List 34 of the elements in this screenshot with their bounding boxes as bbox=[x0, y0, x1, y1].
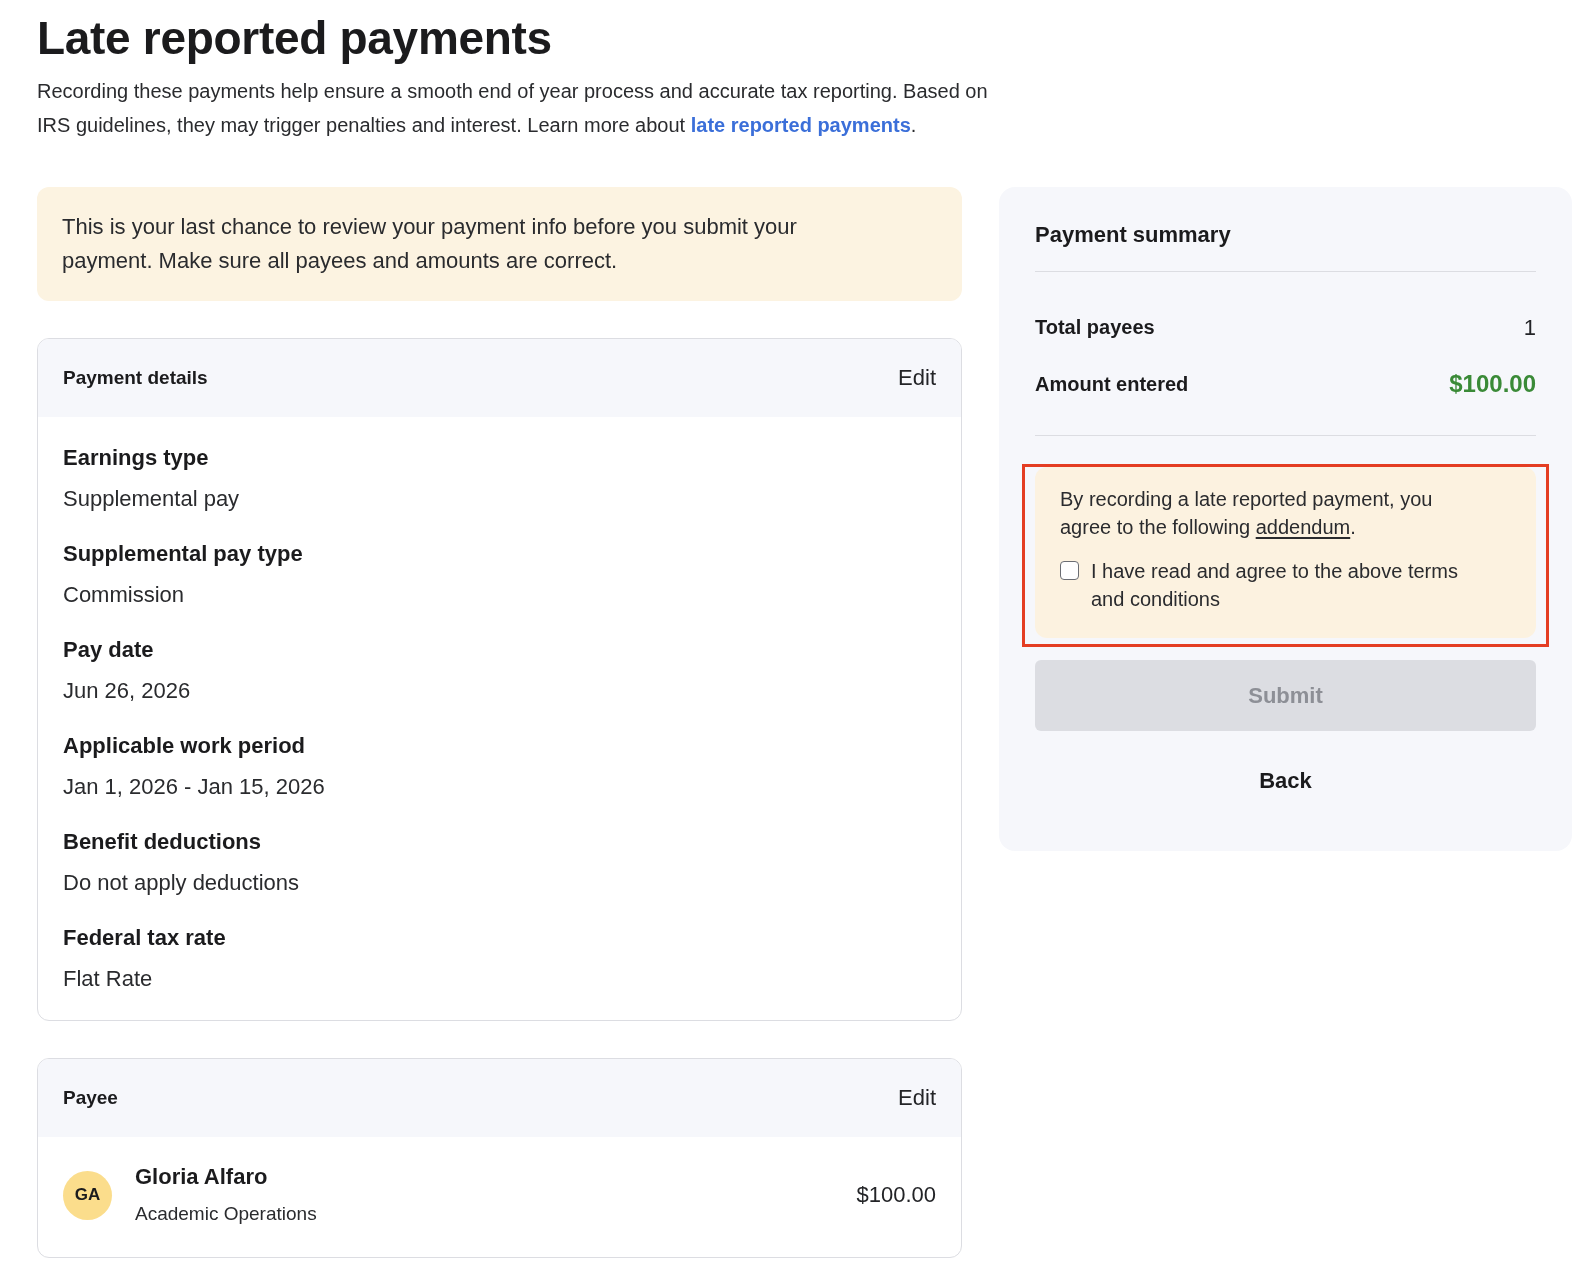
field-value: Flat Rate bbox=[63, 965, 154, 993]
intro-text: Recording these payments help ensure a smooth end of year process and accurate tax reporting. Based on IRS guidelines, they may trigger penalties and interest. Learn more about late reported payments. bbox=[37, 79, 989, 138]
field-label: Benefit deductions bbox=[63, 828, 262, 856]
summary-value: 1 bbox=[1523, 313, 1536, 342]
checkbox-label: I have read and agree to the above terms and conditions bbox=[1091, 559, 1459, 612]
edit-button[interactable]: Edit bbox=[898, 363, 936, 393]
field-value: Supplemental pay bbox=[63, 485, 241, 513]
field-label: Applicable work period bbox=[63, 732, 307, 760]
checkbox[interactable] bbox=[1060, 561, 1079, 580]
payee-name: Gloria Alfaro bbox=[135, 1163, 269, 1191]
agreement-text: By recording a late reported payment, you agree to the following addendum. bbox=[1060, 487, 1434, 540]
field-label: Earnings type bbox=[63, 444, 210, 472]
field-label: Supplemental pay type bbox=[63, 540, 304, 568]
card-title: Payment details bbox=[63, 365, 208, 390]
panel-title: Payment summary bbox=[1035, 219, 1536, 272]
summary-label: Total payees bbox=[1035, 315, 1155, 340]
page-title: Late reported payments bbox=[37, 11, 553, 66]
addendum-link[interactable]: addendum bbox=[1255, 516, 1351, 538]
payee-amount: $100.00 bbox=[856, 1181, 936, 1209]
payee-department: Academic Operations bbox=[135, 1202, 317, 1226]
notice-message: This is your last chance to review your payment info before you submit your payment. Make sure all payees and amounts are correct. bbox=[37, 187, 962, 301]
field-value: Do not apply deductions bbox=[63, 869, 301, 897]
info-link[interactable]: late reported payments bbox=[690, 114, 911, 136]
back-button[interactable]: Back bbox=[1259, 765, 1312, 797]
summary-label: Amount entered bbox=[1035, 372, 1189, 397]
avatar: GA bbox=[63, 1170, 112, 1220]
card-title: Payee bbox=[63, 1085, 118, 1110]
field-label: Federal tax rate bbox=[63, 924, 227, 952]
field-value: Commission bbox=[63, 581, 186, 609]
field-label: Pay date bbox=[63, 636, 155, 664]
field-value: Jan 1, 2026 - Jan 15, 2026 bbox=[63, 773, 326, 801]
edit-button[interactable]: Edit bbox=[898, 1083, 936, 1113]
field-value: Jun 26, 2026 bbox=[63, 677, 192, 705]
summary-value: $100.00 bbox=[1449, 369, 1536, 399]
